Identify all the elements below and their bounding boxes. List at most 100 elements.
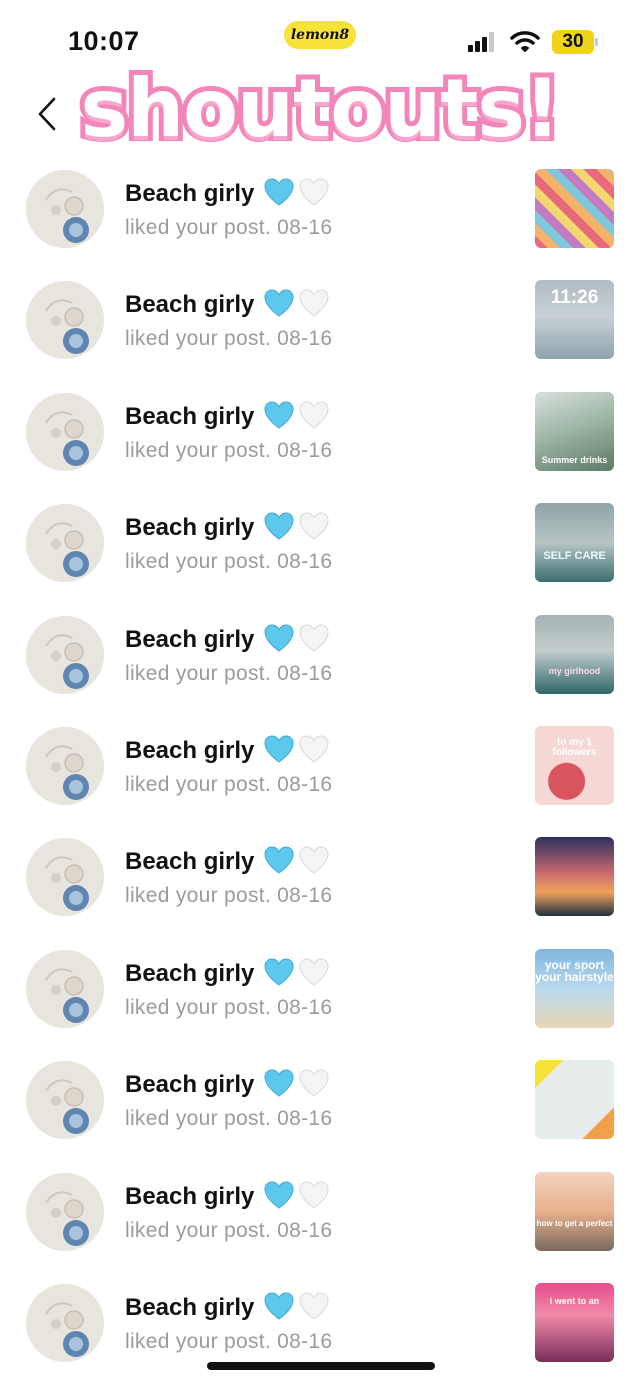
hearts-emoji bbox=[264, 1292, 329, 1320]
notification-row[interactable]: Beach girly liked your post. 08-16 bbox=[0, 832, 640, 943]
avatar[interactable] bbox=[26, 949, 104, 1028]
white-heart-icon bbox=[299, 178, 329, 206]
post-thumbnail[interactable]: how to get a perfect bbox=[535, 1171, 614, 1251]
avatar[interactable] bbox=[26, 1061, 104, 1140]
thumbnail-caption: 11:26 bbox=[550, 287, 599, 309]
thumbnail-caption: i went to an bbox=[549, 1295, 600, 1306]
post-thumbnail[interactable]: my girlhood bbox=[535, 614, 614, 694]
white-heart-icon bbox=[299, 846, 329, 874]
cellular-signal-icon bbox=[468, 32, 496, 52]
avatar-image bbox=[26, 615, 104, 694]
avatar[interactable] bbox=[26, 838, 104, 917]
chevron-left-icon bbox=[38, 97, 56, 131]
thumbnail-caption: Summer drinks bbox=[541, 454, 608, 465]
avatar-image bbox=[26, 726, 104, 805]
notification-row[interactable]: Beach girly liked your post. 08-16 bbox=[0, 1055, 640, 1166]
activity-text: liked your post. 08-16 bbox=[125, 995, 333, 1019]
status-time: 10:07 bbox=[68, 26, 140, 56]
white-heart-icon bbox=[299, 1181, 329, 1209]
avatar-image bbox=[26, 838, 104, 917]
avatar[interactable] bbox=[26, 281, 104, 360]
avatar[interactable] bbox=[26, 1283, 104, 1362]
hearts-emoji bbox=[264, 958, 329, 986]
white-heart-icon bbox=[299, 624, 329, 652]
blue-heart-icon bbox=[264, 289, 294, 318]
post-thumbnail[interactable]: SELF CARE bbox=[535, 503, 614, 583]
user-name[interactable]: Beach girly bbox=[125, 1183, 254, 1211]
activity-text: liked your post. 08-16 bbox=[125, 772, 333, 796]
notification-row[interactable]: Beach girly liked your post. 08-16 your … bbox=[0, 944, 640, 1055]
post-thumbnail[interactable] bbox=[535, 1060, 614, 1140]
post-thumbnail[interactable] bbox=[535, 169, 614, 248]
activity-text: liked your post. 08-16 bbox=[125, 1218, 333, 1242]
avatar[interactable] bbox=[26, 726, 104, 805]
app-badge: lemon8 bbox=[284, 21, 356, 49]
notification-row[interactable]: Beach girly liked your post. 08-16 to my… bbox=[0, 721, 640, 832]
post-thumbnail[interactable]: your sport your hairstyle bbox=[535, 948, 614, 1028]
avatar[interactable] bbox=[26, 504, 104, 583]
hearts-emoji bbox=[264, 624, 329, 652]
white-heart-icon bbox=[299, 289, 329, 318]
activity-text: liked your post. 08-16 bbox=[125, 216, 333, 239]
user-name[interactable]: Beach girly bbox=[125, 291, 254, 319]
post-thumbnail[interactable]: to my 1 followers bbox=[535, 725, 614, 805]
battery-icon: 30 bbox=[552, 30, 598, 54]
activity-text: liked your post. 08-16 bbox=[125, 327, 333, 351]
blue-heart-icon bbox=[264, 1292, 294, 1320]
user-name[interactable]: Beach girly bbox=[125, 626, 254, 654]
post-thumbnail[interactable]: Summer drinks bbox=[535, 391, 614, 471]
white-heart-icon bbox=[299, 958, 329, 986]
activity-text: liked your post. 08-16 bbox=[125, 438, 333, 462]
notification-row[interactable]: Beach girly liked your post. 08-16 11:26 bbox=[0, 275, 640, 386]
avatar-image bbox=[26, 281, 104, 360]
notification-row[interactable]: Beach girly liked your post. 08-16 how t… bbox=[0, 1167, 640, 1278]
post-thumbnail[interactable]: i went to an bbox=[535, 1282, 614, 1362]
user-name[interactable]: Beach girly bbox=[125, 848, 254, 876]
blue-heart-icon bbox=[264, 624, 294, 652]
hearts-emoji bbox=[264, 178, 329, 206]
activity-text: liked your post. 08-16 bbox=[125, 661, 333, 685]
avatar[interactable] bbox=[26, 1172, 104, 1251]
hearts-emoji bbox=[264, 401, 329, 429]
user-name[interactable]: Beach girly bbox=[125, 960, 254, 988]
blue-heart-icon bbox=[264, 178, 294, 206]
blue-heart-icon bbox=[264, 846, 294, 874]
user-name[interactable]: Beach girly bbox=[125, 514, 254, 542]
hearts-emoji bbox=[264, 289, 329, 318]
user-name[interactable]: Beach girly bbox=[125, 1294, 254, 1322]
notification-row[interactable]: Beach girly liked your post. 08-16 my gi… bbox=[0, 610, 640, 721]
thumbnail-caption: your sport your hairstyle bbox=[535, 957, 614, 985]
blue-heart-icon bbox=[264, 735, 294, 763]
user-name[interactable]: Beach girly bbox=[125, 403, 254, 431]
notification-row[interactable]: Beach girly liked your post. 08-16 bbox=[0, 164, 640, 275]
hearts-emoji bbox=[264, 1181, 329, 1209]
notification-row[interactable]: Beach girly liked your post. 08-16 Summe… bbox=[0, 387, 640, 498]
banner-title: shoutouts! bbox=[76, 57, 566, 160]
thumbnail-caption: how to get a perfect bbox=[536, 1218, 613, 1228]
post-thumbnail[interactable]: 11:26 bbox=[535, 280, 614, 360]
user-name[interactable]: Beach girly bbox=[125, 737, 254, 765]
blue-heart-icon bbox=[264, 401, 294, 429]
avatar[interactable] bbox=[26, 615, 104, 694]
post-thumbnail[interactable] bbox=[535, 837, 614, 917]
activity-text: liked your post. 08-16 bbox=[125, 1329, 333, 1353]
activity-text: liked your post. 08-16 bbox=[125, 884, 333, 908]
blue-heart-icon bbox=[264, 1181, 294, 1209]
notification-row[interactable]: Beach girly liked your post. 08-16 SELF … bbox=[0, 498, 640, 609]
home-indicator bbox=[207, 1362, 435, 1370]
hearts-emoji bbox=[264, 735, 329, 763]
back-button[interactable] bbox=[32, 94, 62, 134]
user-name[interactable]: Beach girly bbox=[125, 180, 254, 208]
user-name[interactable]: Beach girly bbox=[125, 1071, 254, 1099]
thumbnail-caption: SELF CARE bbox=[543, 550, 606, 563]
avatar[interactable] bbox=[26, 170, 104, 248]
avatar-image bbox=[26, 392, 104, 471]
wifi-icon bbox=[510, 29, 540, 53]
avatar-image bbox=[26, 1283, 104, 1362]
blue-heart-icon bbox=[264, 1069, 294, 1097]
white-heart-icon bbox=[299, 512, 329, 540]
white-heart-icon bbox=[299, 1069, 329, 1097]
blue-heart-icon bbox=[264, 512, 294, 540]
avatar[interactable] bbox=[26, 392, 104, 471]
avatar-image bbox=[26, 504, 104, 583]
